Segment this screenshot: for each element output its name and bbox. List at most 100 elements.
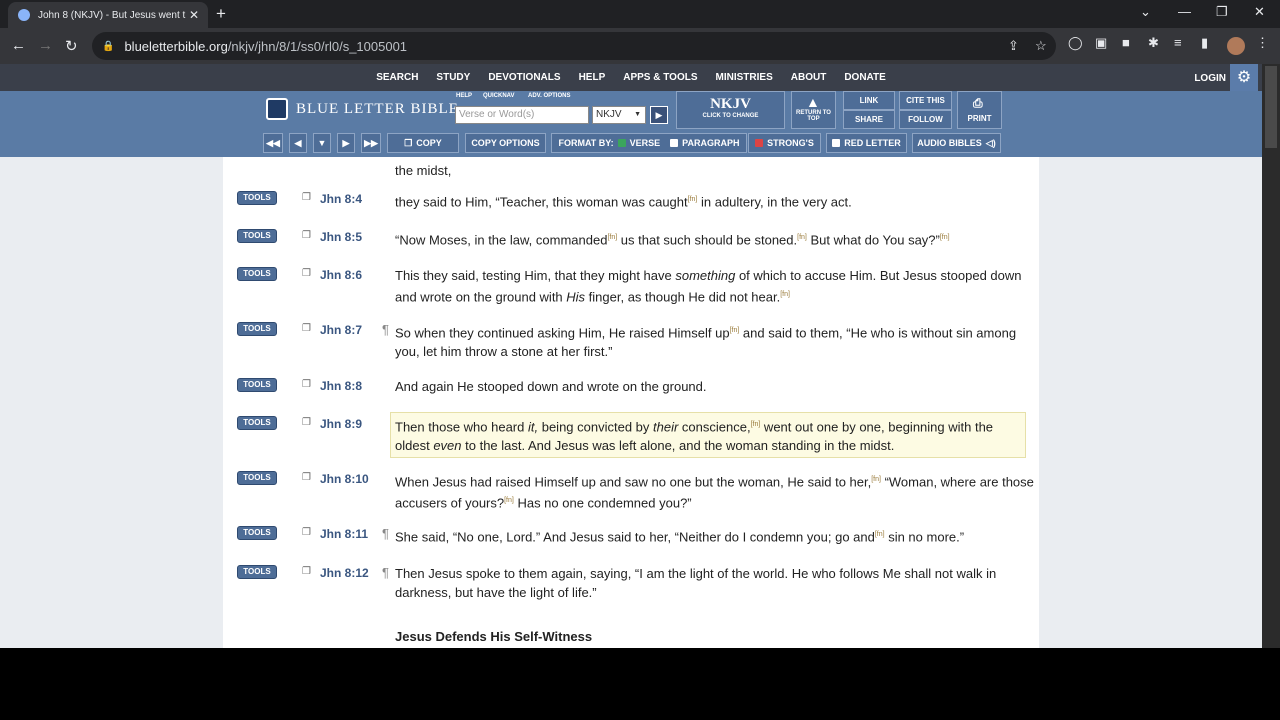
strongs-toggle[interactable]: STRONG'S — [748, 133, 821, 153]
new-tab-icon[interactable]: + — [216, 4, 226, 24]
quicknav-link[interactable]: QUICKNAV — [483, 93, 515, 99]
red-letter-label: RED LETTER — [844, 138, 901, 148]
chapter-content: the midst, TOOLS ❐ Jhn 8:4 they said to Him… — [223, 157, 1039, 648]
last-chapter-button[interactable]: ▶▶ — [361, 133, 381, 153]
minimize-icon[interactable]: — — [1178, 4, 1191, 19]
strongs-checkbox — [755, 139, 764, 147]
bookmark-star-icon[interactable]: ☆ — [1035, 38, 1047, 54]
chapter-menu-button[interactable]: ▼ — [313, 133, 331, 153]
copy-options-button[interactable]: COPY OPTIONS — [465, 133, 546, 153]
browser-tab[interactable]: John 8 (NKJV) - But Jesus went t ✕ — [8, 2, 208, 28]
tools-button[interactable]: TOOLS — [237, 471, 277, 485]
tools-button[interactable]: TOOLS — [237, 229, 277, 243]
site-header: BLUE LETTER BIBLE HELP QUICKNAV ADV. OPT… — [0, 91, 1262, 157]
extension-icon-3[interactable]: ■ — [1122, 35, 1130, 50]
version-select[interactable]: NKJV ▼ — [592, 106, 646, 124]
back-icon[interactable]: ← — [11, 37, 26, 54]
copy-verse-icon[interactable]: ❐ — [302, 472, 311, 483]
copy-verse-icon[interactable]: ❐ — [302, 379, 311, 390]
profile-avatar[interactable] — [1227, 37, 1245, 55]
nav-study[interactable]: STUDY — [436, 72, 470, 83]
extension-icon-2[interactable]: ▣ — [1095, 35, 1107, 51]
share-page-icon[interactable]: ⇪ — [1008, 38, 1019, 54]
tools-button[interactable]: TOOLS — [237, 378, 277, 392]
tools-button[interactable]: TOOLS — [237, 416, 277, 430]
copy-verse-icon[interactable]: ❐ — [302, 268, 311, 279]
address-bar[interactable]: 🔒 blueletterbible.org/nkjv/jhn/8/1/ss0/r… — [92, 32, 1056, 60]
verse-text: She said, “No one, Lord.” And Jesus said… — [395, 529, 965, 545]
section-heading: Jesus Defends His Self-Witness — [395, 629, 593, 644]
verse-reference[interactable]: Jhn 8:7 — [320, 323, 362, 337]
next-chapter-button[interactable]: ▶ — [337, 133, 355, 153]
search-go-button[interactable]: ▶ — [650, 106, 668, 124]
copy-verse-icon[interactable]: ❐ — [302, 230, 311, 241]
nav-devotionals[interactable]: DEVOTIONALS — [488, 72, 560, 83]
copy-verse-icon[interactable]: ❐ — [302, 417, 311, 428]
verse-text: When Jesus had raised Himself up and saw… — [395, 474, 1034, 511]
forward-icon[interactable]: → — [38, 37, 53, 54]
tools-button[interactable]: TOOLS — [237, 191, 277, 205]
gear-icon[interactable]: ⚙ — [1230, 64, 1258, 91]
tools-button[interactable]: TOOLS — [237, 526, 277, 540]
print-label: PRINT — [967, 114, 992, 123]
verse-reference[interactable]: Jhn 8:5 — [320, 230, 362, 244]
version-change-button[interactable]: NKJV CLICK TO CHANGE — [676, 91, 785, 129]
verse-reference[interactable]: Jhn 8:4 — [320, 192, 362, 206]
verse-reference[interactable]: Jhn 8:6 — [320, 268, 362, 282]
nav-about[interactable]: ABOUT — [791, 72, 827, 83]
adv-options-link[interactable]: ADV. OPTIONS — [528, 93, 570, 99]
nav-help[interactable]: HELP — [579, 72, 606, 83]
close-tab-icon[interactable]: ✕ — [186, 8, 202, 22]
tools-button[interactable]: TOOLS — [237, 267, 277, 281]
copy-verse-icon[interactable]: ❐ — [302, 527, 311, 538]
share-button[interactable]: SHARE — [843, 110, 895, 129]
verse-reference[interactable]: Jhn 8:9 — [320, 417, 362, 431]
paragraph-checkbox[interactable] — [670, 139, 679, 147]
copy-verse-icon[interactable]: ❐ — [302, 192, 311, 203]
audio-bibles-button[interactable]: AUDIO BIBLES ◁) — [912, 133, 1001, 153]
url-path: /nkjv/jhn/8/1/ss0/rl0/s_1005001 — [227, 38, 408, 54]
search-help-link[interactable]: HELP — [456, 93, 472, 99]
verse-reference[interactable]: Jhn 8:11 — [320, 527, 368, 541]
first-chapter-button[interactable]: ◀◀ — [263, 133, 283, 153]
print-button[interactable]: ⎙ PRINT — [957, 91, 1002, 129]
verse-reference[interactable]: Jhn 8:10 — [320, 472, 369, 486]
prev-chapter-button[interactable]: ◀ — [289, 133, 307, 153]
menu-kebab-icon[interactable]: ⋮ — [1256, 35, 1269, 51]
tab-search-icon[interactable]: ⌄ — [1140, 4, 1151, 20]
verse-search-input[interactable]: Verse or Word(s) — [455, 106, 589, 124]
copy-button[interactable]: ❐ COPY — [387, 133, 459, 153]
extension-icon[interactable]: ◯ — [1068, 35, 1083, 51]
reload-icon[interactable]: ↻ — [65, 37, 78, 55]
nav-donate[interactable]: DONATE — [844, 72, 885, 83]
scrollbar-thumb[interactable] — [1265, 66, 1277, 148]
verse-text: Then Jesus spoke to them again, saying, … — [395, 566, 997, 600]
copy-verse-icon[interactable]: ❐ — [302, 323, 311, 334]
verse-text: “Now Moses, in the law, commanded[fn] us… — [395, 232, 950, 248]
page-scrollbar[interactable] — [1262, 64, 1280, 648]
nav-ministries[interactable]: MINISTRIES — [716, 72, 773, 83]
verse-reference[interactable]: Jhn 8:12 — [320, 566, 369, 580]
verse-label: VERSE — [629, 138, 661, 148]
tools-button[interactable]: TOOLS — [237, 322, 277, 336]
cite-this-button[interactable]: CITE THIS — [899, 91, 952, 110]
nav-search[interactable]: SEARCH — [376, 72, 418, 83]
close-window-icon[interactable]: ✕ — [1254, 4, 1265, 20]
nav-apps-tools[interactable]: APPS & TOOLS — [623, 72, 697, 83]
media-control-icon[interactable]: ≡ — [1174, 35, 1182, 50]
verse-reference[interactable]: Jhn 8:8 — [320, 379, 362, 393]
extensions-puzzle-icon[interactable]: ✱ — [1148, 35, 1159, 51]
maximize-icon[interactable]: ❐ — [1216, 4, 1228, 20]
tools-button[interactable]: TOOLS — [237, 565, 277, 579]
link-button[interactable]: LINK — [843, 91, 895, 110]
rewind-icon: ◀◀ — [266, 137, 280, 148]
side-panel-icon[interactable]: ▮ — [1201, 35, 1208, 51]
return-to-top-button[interactable]: ▲ RETURN TO TOP — [791, 91, 836, 129]
site-logo[interactable]: BLUE LETTER BIBLE — [266, 98, 459, 120]
login-link[interactable]: LOGIN — [1194, 73, 1226, 84]
red-letter-toggle[interactable]: RED LETTER — [826, 133, 907, 153]
verse-checkbox[interactable] — [617, 139, 626, 147]
version-sub-label: CLICK TO CHANGE — [702, 113, 759, 119]
copy-verse-icon[interactable]: ❐ — [302, 566, 311, 577]
follow-button[interactable]: FOLLOW — [899, 110, 952, 129]
